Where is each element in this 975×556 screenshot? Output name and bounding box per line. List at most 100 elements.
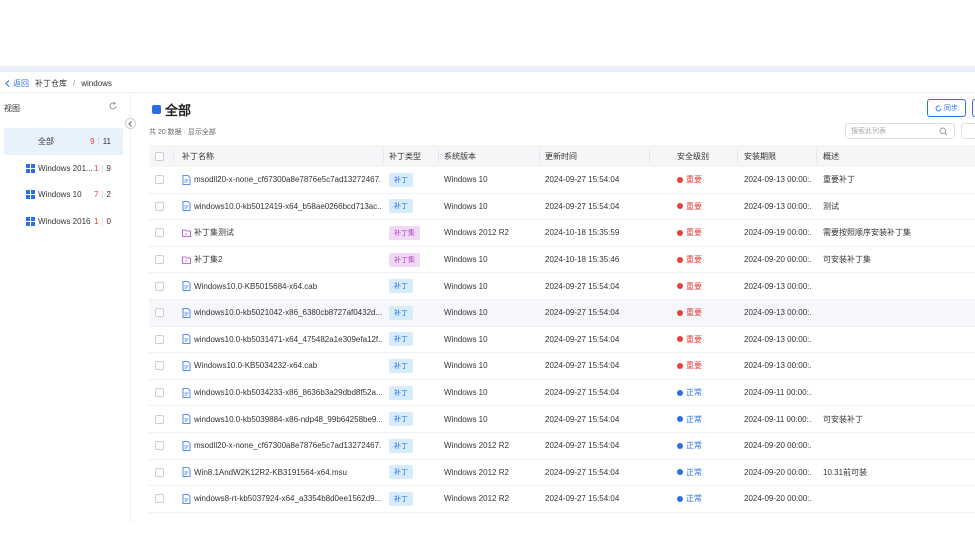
table-row[interactable]: windows8-rt-kb5037924-x64_a3354b8d0ee156… bbox=[149, 486, 975, 513]
install-deadline: 2024-09-20 00:00:... bbox=[744, 255, 812, 265]
patch-name: 补丁集测试 bbox=[194, 228, 234, 238]
security-level-cell: 重要 bbox=[677, 281, 702, 292]
page-title-text: 全部 bbox=[165, 103, 192, 118]
breadcrumb-parent[interactable]: 补丁仓库 bbox=[35, 78, 67, 89]
patch-name-cell[interactable]: windows10.0-kb5021042-x86_6380cb8727af04… bbox=[182, 307, 382, 318]
row-checkbox[interactable] bbox=[155, 414, 164, 424]
security-level-cell: 正常 bbox=[677, 467, 702, 478]
row-checkbox[interactable] bbox=[155, 228, 164, 238]
file-icon bbox=[182, 281, 191, 292]
table-row[interactable]: msodll20-x-none_cf67300a8e7876e5c7ad1327… bbox=[149, 167, 975, 194]
patch-name-cell[interactable]: Windows10.0-KB5034232-x64.cab bbox=[182, 361, 382, 371]
row-checkbox[interactable] bbox=[155, 388, 164, 398]
header-os[interactable]: 系统版本 bbox=[444, 151, 476, 162]
install-deadline: 2024-09-19 00:00:... bbox=[744, 228, 812, 238]
collapse-sidebar-button[interactable] bbox=[125, 118, 136, 129]
table-row[interactable]: 补丁集2 补丁集 Windows 10 2024-10-18 15:35:46 重要 20… bbox=[149, 247, 975, 274]
patch-type-tag: 补丁 bbox=[389, 279, 413, 294]
windows-icon bbox=[26, 163, 35, 173]
header-level[interactable]: 安全级别 bbox=[677, 151, 709, 162]
install-deadline: 2024-09-20 00:00:... bbox=[744, 441, 812, 451]
sidebar-item[interactable]: Windows 201... 1 | 9 bbox=[4, 155, 123, 182]
security-level: 正常 bbox=[686, 494, 702, 504]
table-row[interactable]: Win8.1AndW2K12R2-KB3191564-x64.msu 补丁 Wind… bbox=[149, 460, 975, 487]
row-checkbox[interactable] bbox=[155, 334, 164, 344]
search-input[interactable]: 搜索此列表 bbox=[845, 123, 955, 139]
patch-name: msodll20-x-none_cf67300a8e7876e5c7ad1327… bbox=[194, 175, 382, 185]
install-deadline: 2024-09-13 00:00:... bbox=[744, 334, 812, 344]
row-checkbox[interactable] bbox=[155, 255, 164, 265]
patch-type-cell: 补丁 bbox=[389, 385, 413, 400]
patch-type-tag: 补丁集 bbox=[389, 252, 420, 267]
count-separator: | bbox=[101, 216, 104, 226]
row-checkbox[interactable] bbox=[155, 175, 164, 185]
header-desc[interactable]: 概述 bbox=[823, 151, 839, 162]
patch-name-cell[interactable]: msodll20-x-none_cf67300a8e7876e5c7ad1327… bbox=[182, 174, 382, 185]
breadcrumb-current: windows bbox=[81, 79, 112, 88]
sidebar-item-important-count: 7 bbox=[94, 190, 99, 199]
patch-name-cell[interactable]: windows10.0-kb5031471-x64_475482a1e309ef… bbox=[182, 334, 382, 345]
table-row[interactable]: Windows10.0-KB5015684-x64.cab 补丁 Windows 1… bbox=[149, 273, 975, 300]
patch-name-cell[interactable]: 补丁集测试 bbox=[182, 227, 382, 238]
security-level: 重要 bbox=[686, 281, 702, 291]
header-time[interactable]: 更新时间 bbox=[545, 151, 577, 162]
update-time: 2024-10-18 15:35:59 bbox=[545, 228, 620, 238]
header-install[interactable]: 安装期限 bbox=[744, 151, 812, 162]
security-level-cell: 正常 bbox=[677, 440, 702, 451]
header-type[interactable]: 补丁类型 bbox=[389, 151, 421, 162]
status-dot-icon bbox=[677, 256, 683, 263]
table-refresh-button[interactable] bbox=[961, 123, 975, 139]
table-row[interactable]: windows10.0-kb5034233-x86_8636b3a29dbd8f… bbox=[149, 380, 975, 407]
patch-name-cell[interactable]: 补丁集2 bbox=[182, 254, 382, 265]
patch-type-tag: 补丁 bbox=[389, 199, 413, 214]
patch-name-cell[interactable]: Win8.1AndW2K12R2-KB3191564-x64.msu bbox=[182, 467, 382, 478]
row-checkbox[interactable] bbox=[155, 201, 164, 211]
table-row[interactable]: Windows10.0-KB5034232-x64.cab 补丁 Windows 1… bbox=[149, 353, 975, 380]
row-checkbox[interactable] bbox=[155, 361, 164, 371]
sidebar-item[interactable]: Windows 10 7 | 2 bbox=[4, 181, 123, 208]
row-checkbox[interactable] bbox=[155, 467, 164, 477]
sidebar-item-important-count: 1 bbox=[94, 216, 99, 226]
security-level: 正常 bbox=[686, 467, 702, 477]
refresh-icon[interactable] bbox=[108, 101, 118, 111]
table-row[interactable]: msodll20-x-none_cf67300a8e7876e5c7ad1327… bbox=[149, 433, 975, 460]
sidebar-item[interactable]: 全部 9 | 11 bbox=[4, 128, 123, 155]
select-all-checkbox[interactable] bbox=[155, 151, 164, 161]
install-deadline: 2024-09-11 00:00:... bbox=[744, 388, 812, 398]
patch-name-cell[interactable]: windows8-rt-kb5037924-x64_a3354b8d0ee156… bbox=[182, 494, 382, 504]
patch-type-cell: 补丁 bbox=[389, 279, 413, 294]
header-name[interactable]: 补丁名称 bbox=[182, 151, 382, 162]
patch-name: windows8-rt-kb5037924-x64_a3354b8d0ee156… bbox=[194, 494, 382, 504]
security-level: 正常 bbox=[686, 414, 702, 424]
patch-name-cell[interactable]: windows10.0-kb5012419-x64_b58ae0266bcd71… bbox=[182, 201, 382, 212]
page-title: 全部 bbox=[152, 100, 191, 119]
table-header: 补丁名称 补丁类型 系统版本 更新时间 安全级别 安装期限 概述 bbox=[149, 145, 975, 167]
patch-name-cell[interactable]: windows10.0-kb5034233-x86_8636b3a29dbd8f… bbox=[182, 387, 382, 398]
table-row[interactable]: windows10.0-kb5012419-x64_b58ae0266bcd71… bbox=[149, 194, 975, 221]
sync-button[interactable]: 同步 bbox=[927, 99, 966, 117]
row-checkbox[interactable] bbox=[155, 441, 164, 451]
search-placeholder: 搜索此列表 bbox=[851, 128, 886, 135]
back-link[interactable]: 返回 bbox=[5, 78, 29, 89]
table-row[interactable]: windows10.0-kb5031471-x64_475482a1e309ef… bbox=[149, 327, 975, 354]
os-version: Windows 10 bbox=[444, 388, 488, 398]
patch-name-cell[interactable]: Windows10.0-KB5015684-x64.cab bbox=[182, 281, 382, 292]
patch-type-cell: 补丁 bbox=[389, 172, 413, 187]
file-icon bbox=[182, 361, 191, 371]
os-version: Windows 2012 R2 bbox=[444, 467, 509, 477]
patch-name-cell[interactable]: msodll20-x-none_cf67300a8e7876e5c7ad1327… bbox=[182, 440, 382, 451]
row-checkbox[interactable] bbox=[155, 308, 164, 318]
patch-name: windows10.0-kb5021042-x86_6380cb8727af04… bbox=[194, 308, 382, 318]
table-row[interactable]: 补丁集测试 补丁集 Windows 2012 R2 2024-10-18 15:35:… bbox=[149, 220, 975, 247]
os-version: Windows 10 bbox=[444, 201, 488, 211]
row-checkbox[interactable] bbox=[155, 494, 164, 504]
table-row[interactable]: windows10.0-kb5021042-x86_6380cb8727af04… bbox=[149, 299, 975, 327]
table-row[interactable]: windows10.0-kb5039884-x86-ndp48_99b64258… bbox=[149, 406, 975, 433]
row-checkbox[interactable] bbox=[155, 281, 164, 291]
view-sidebar: 视图 全部 9 | 11 Windows 201... 1 | 9 Windows 10 7 | 2 W… bbox=[0, 93, 131, 523]
status-dot-icon bbox=[677, 469, 683, 476]
patch-name-cell[interactable]: windows10.0-kb5039884-x86-ndp48_99b64258… bbox=[182, 414, 382, 425]
chevron-left-icon bbox=[128, 120, 132, 127]
sidebar-item[interactable]: Windows 2016 1 | 0 bbox=[4, 208, 123, 235]
install-deadline: 2024-09-13 00:00:... bbox=[744, 308, 812, 318]
